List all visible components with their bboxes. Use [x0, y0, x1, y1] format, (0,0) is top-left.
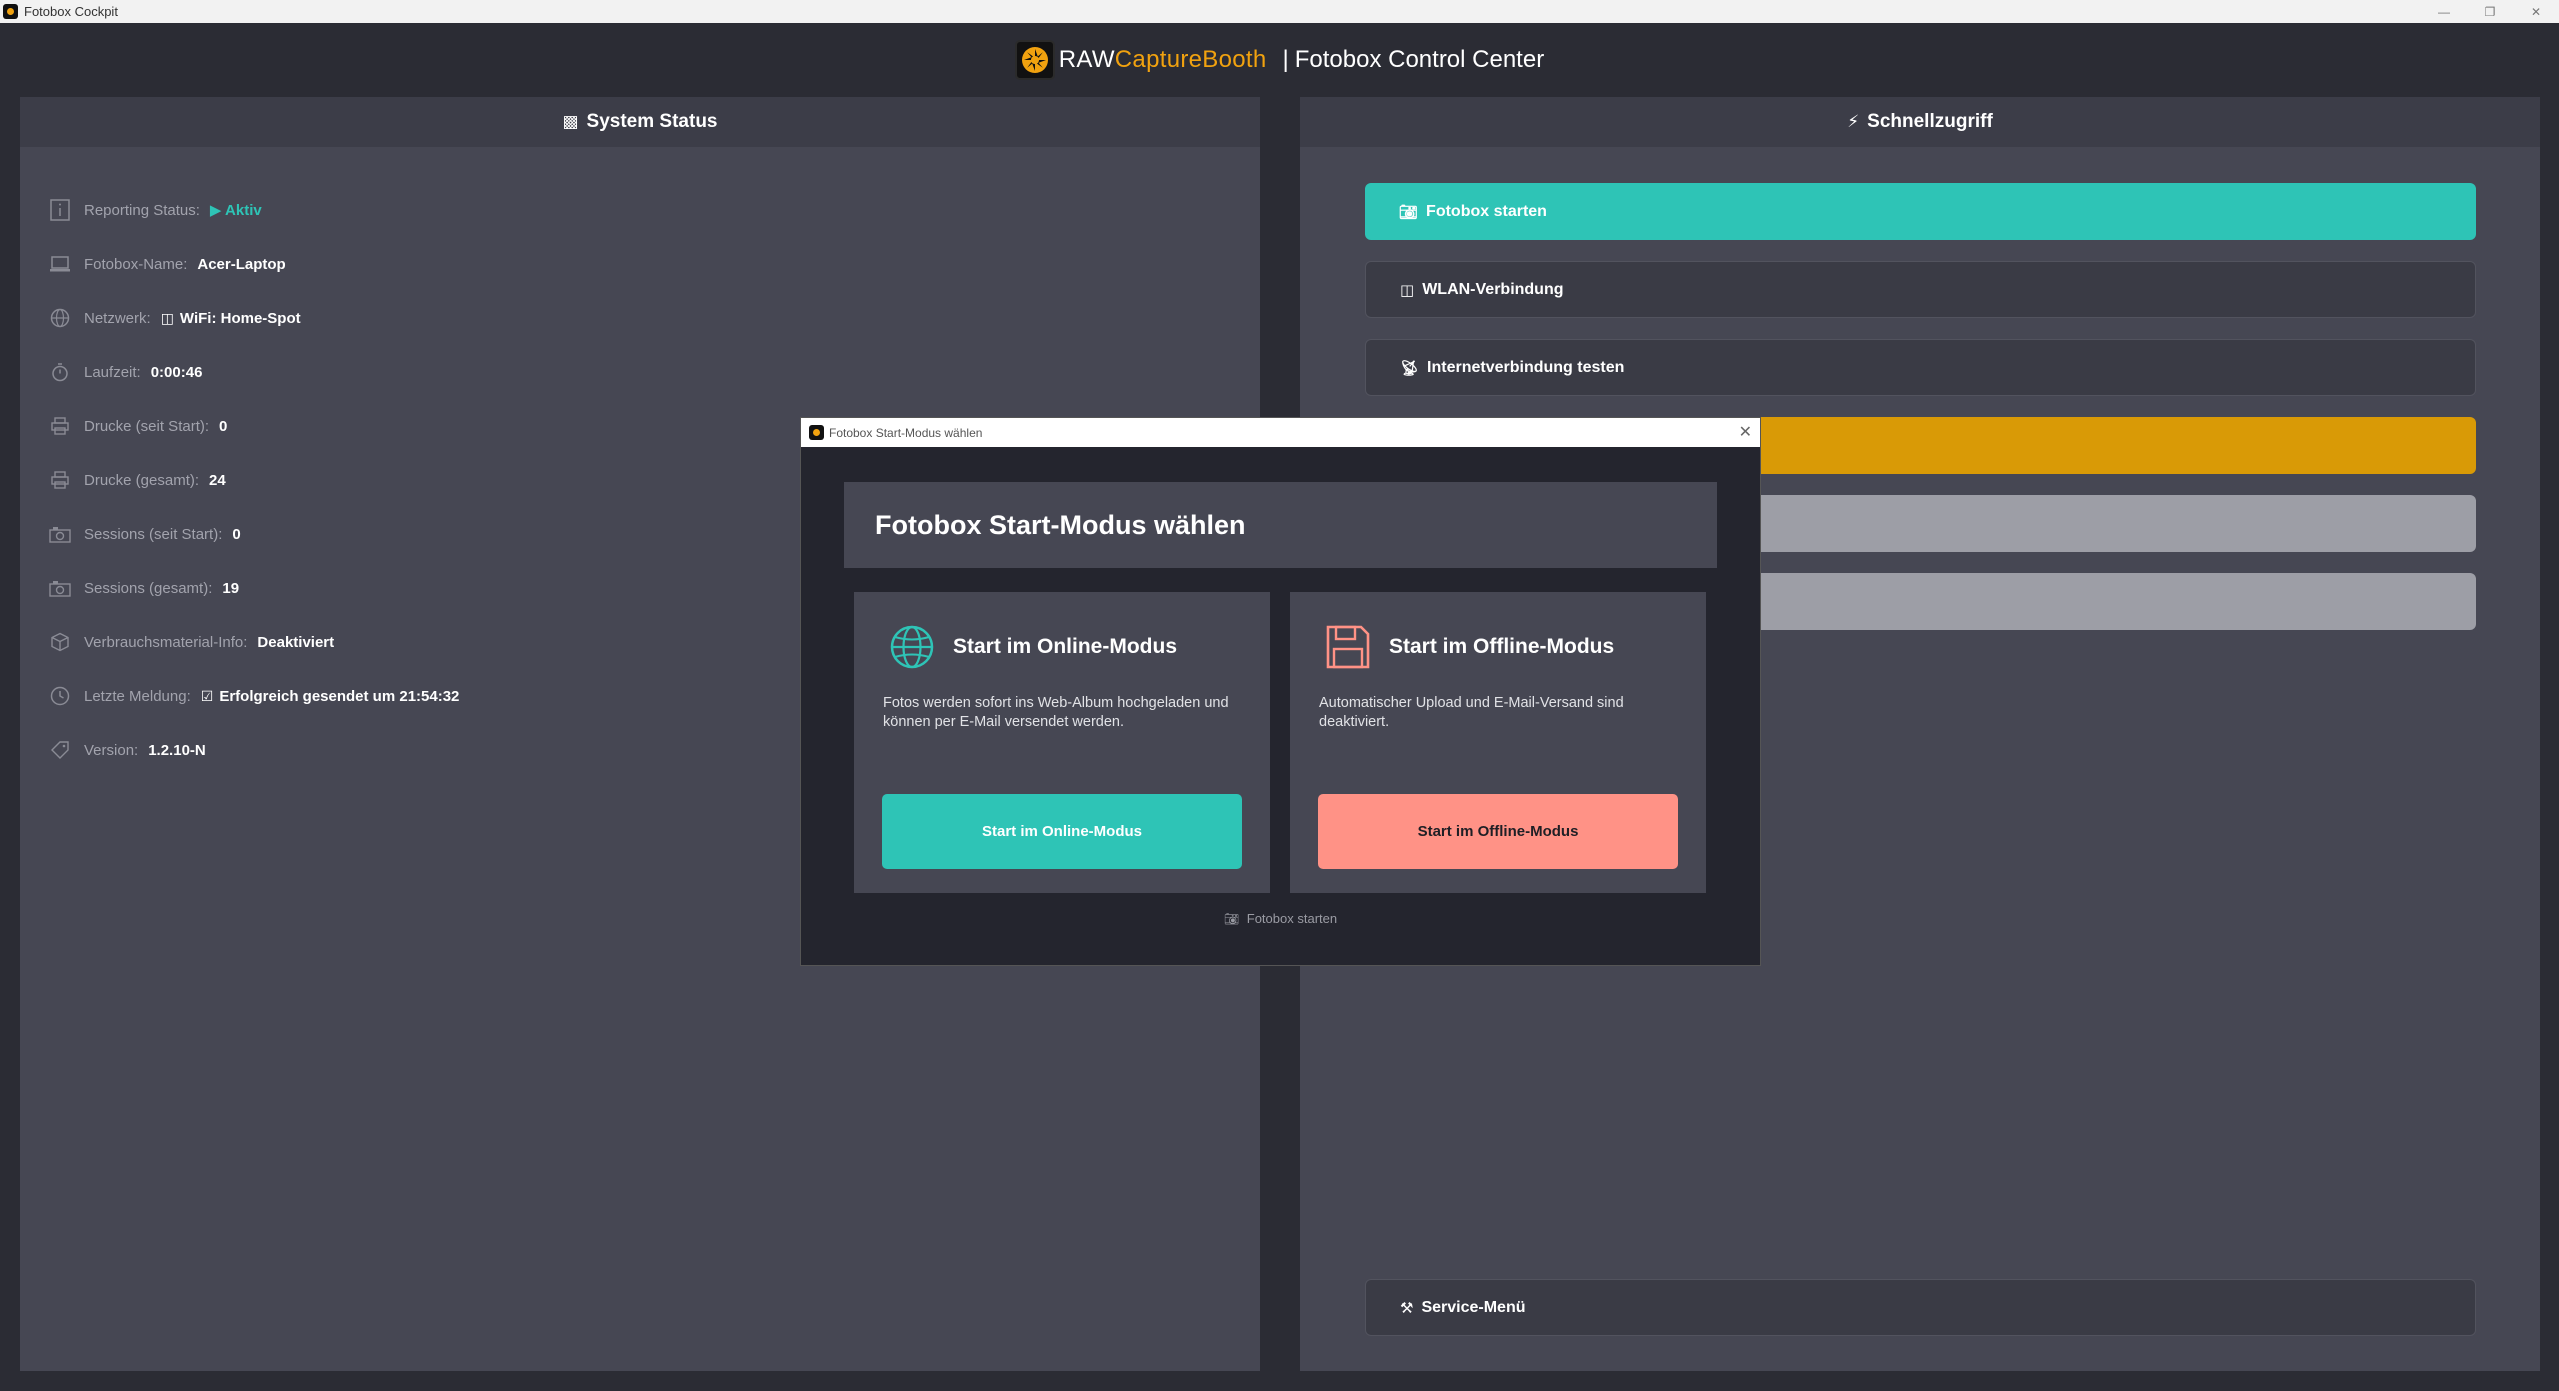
- status-value: Acer-Laptop: [197, 255, 286, 273]
- dialog-window-title: Fotobox Start-Modus wählen: [829, 425, 983, 440]
- status-value: Deaktiviert: [257, 633, 335, 651]
- dialog-heading: Fotobox Start-Modus wählen: [844, 482, 1717, 568]
- status-label: Sessions (seit Start):: [84, 525, 223, 543]
- header-subtitle: Fotobox Control Center: [1294, 45, 1545, 73]
- header-separator: |: [1282, 45, 1289, 73]
- status-value: Erfolgreich gesendet um 21:54:32: [219, 687, 460, 705]
- system-status-header: ▩ System Status: [20, 97, 1260, 147]
- app-header: RAW CaptureBooth | Fotobox Control Cente…: [0, 23, 2559, 96]
- online-mode-card: Start im Online-Modus Fotos werden sofor…: [854, 592, 1270, 893]
- stopwatch-icon: [48, 360, 72, 384]
- camera-icon: 📷︎: [1399, 203, 1419, 221]
- minimize-icon[interactable]: —: [2421, 0, 2467, 23]
- globe-icon: [48, 306, 72, 330]
- start-mode-dialog: Fotobox Start-Modus wählen ✕ Fotobox Sta…: [800, 417, 1761, 966]
- start-online-mode-button[interactable]: Start im Online-Modus: [882, 794, 1242, 869]
- status-label: Sessions (gesamt):: [84, 579, 213, 597]
- info-icon: [48, 198, 72, 222]
- chart-icon: ◫: [1400, 281, 1415, 299]
- online-card-description: Fotos werden sofort ins Web-Album hochge…: [883, 695, 1229, 730]
- window-title: Fotobox Cockpit: [24, 4, 118, 19]
- wifi-chart-icon: ◫: [160, 309, 174, 326]
- dialog-footer: 📷︎ Fotobox starten: [801, 911, 1760, 926]
- dialog-close-icon[interactable]: ✕: [1739, 422, 1752, 442]
- restore-icon[interactable]: ❐: [2467, 0, 2513, 23]
- online-card-title: Start im Online-Modus: [953, 635, 1178, 658]
- status-row-sessions-since-start: Sessions (seit Start): 0: [48, 507, 459, 561]
- checkbox-icon: ☑: [200, 687, 214, 704]
- status-value: 1.2.10-N: [148, 741, 206, 759]
- service-menu-button[interactable]: ⚒︎ Service-Menü: [1365, 1279, 2476, 1336]
- status-value: 0:00:46: [150, 363, 203, 381]
- system-status-title: System Status: [586, 111, 718, 132]
- brand-name-raw: RAW: [1058, 45, 1115, 73]
- brand-name-capturebooth: CaptureBooth: [1114, 45, 1267, 73]
- clock-icon: [48, 684, 72, 708]
- dialog-app-icon: [809, 425, 824, 440]
- status-label: Laufzeit:: [84, 363, 141, 381]
- quick-access-title: Schnellzugriff: [1867, 111, 1993, 132]
- test-internet-label: Internetverbindung testen: [1427, 358, 1625, 376]
- brand-logo-icon: [1014, 39, 1055, 80]
- status-label: Drucke (seit Start):: [84, 417, 210, 435]
- offline-card-title-row: Start im Offline-Modus: [1325, 624, 1614, 670]
- status-label: Reporting Status:: [84, 201, 200, 219]
- status-row-network: Netzwerk: ◫ WiFi: Home-Spot: [48, 291, 459, 345]
- offline-card-description: Automatischer Upload und E-Mail-Versand …: [1319, 695, 1624, 730]
- camera-icon: [48, 522, 72, 546]
- status-row-version: Version: 1.2.10-N: [48, 723, 459, 777]
- status-value-active: ▶ Aktiv: [209, 202, 262, 219]
- globe-icon: [889, 624, 935, 670]
- camera-icon: 📷︎: [1223, 912, 1240, 926]
- os-title-bar: Fotobox Cockpit — ❐ ✕: [0, 0, 2559, 23]
- status-row-runtime: Laufzeit: 0:00:46: [48, 345, 459, 399]
- status-row-reporting: Reporting Status: ▶ Aktiv: [48, 183, 459, 237]
- tools-icon: ⚒︎: [1400, 1299, 1414, 1317]
- laptop-icon: [48, 252, 72, 276]
- close-window-icon[interactable]: ✕: [2513, 0, 2559, 23]
- service-menu-label: Service-Menü: [1421, 1298, 1526, 1316]
- satellite-icon: 📡︎: [1400, 359, 1420, 377]
- status-label: Verbrauchsmaterial-Info:: [84, 633, 248, 651]
- status-row-prints-total: Drucke (gesamt): 24: [48, 453, 459, 507]
- printer-icon: [48, 414, 72, 438]
- status-row-supplies: Verbrauchsmaterial-Info: Deaktiviert: [48, 615, 459, 669]
- box-icon: [48, 630, 72, 654]
- dialog-title-bar: Fotobox Start-Modus wählen ✕: [801, 418, 1760, 447]
- wlan-connection-label: WLAN-Verbindung: [1422, 280, 1564, 298]
- online-card-title-row: Start im Online-Modus: [889, 624, 1177, 670]
- status-value: WiFi: Home-Spot: [179, 309, 301, 327]
- status-value: 24: [209, 471, 226, 489]
- test-internet-button[interactable]: 📡︎ Internetverbindung testen: [1365, 339, 2476, 396]
- floppy-disk-icon: [1325, 624, 1371, 670]
- offline-card-title: Start im Offline-Modus: [1389, 635, 1615, 658]
- status-row-prints-since-start: Drucke (seit Start): 0: [48, 399, 459, 453]
- status-box-icon: ▩: [562, 112, 579, 131]
- status-value: 19: [222, 579, 240, 597]
- status-label: Fotobox-Name:: [84, 255, 188, 273]
- start-fotobox-button[interactable]: 📷︎ Fotobox starten: [1365, 183, 2476, 240]
- printer-icon: [48, 468, 72, 492]
- status-label: Drucke (gesamt):: [84, 471, 200, 489]
- status-row-sessions-total: Sessions (gesamt): 19: [48, 561, 459, 615]
- start-offline-mode-button[interactable]: Start im Offline-Modus: [1318, 794, 1678, 869]
- status-label: Netzwerk:: [84, 309, 151, 327]
- offline-mode-card: Start im Offline-Modus Automatischer Upl…: [1290, 592, 1706, 893]
- start-fotobox-label: Fotobox starten: [1426, 202, 1547, 220]
- status-label: Version:: [84, 741, 139, 759]
- status-row-name: Fotobox-Name: Acer-Laptop: [48, 237, 459, 291]
- window-controls: — ❐ ✕: [2421, 0, 2559, 23]
- tag-icon: [48, 738, 72, 762]
- lightning-icon: ⚡︎: [1847, 112, 1860, 131]
- app-icon: [3, 4, 18, 19]
- quick-access-header: ⚡︎ Schnellzugriff: [1300, 97, 2540, 147]
- status-row-last-message: Letzte Meldung: ☑ Erfolgreich gesendet u…: [48, 669, 459, 723]
- wlan-connection-button[interactable]: ◫ WLAN-Verbindung: [1365, 261, 2476, 318]
- status-label: Letzte Meldung:: [84, 687, 191, 705]
- status-value: 0: [219, 417, 228, 435]
- camera-icon: [48, 576, 72, 600]
- status-value: 0: [232, 525, 241, 543]
- status-list: Reporting Status: ▶ Aktiv Fotobox-Name: …: [48, 183, 459, 777]
- dialog-footer-label: Fotobox starten: [1246, 911, 1338, 926]
